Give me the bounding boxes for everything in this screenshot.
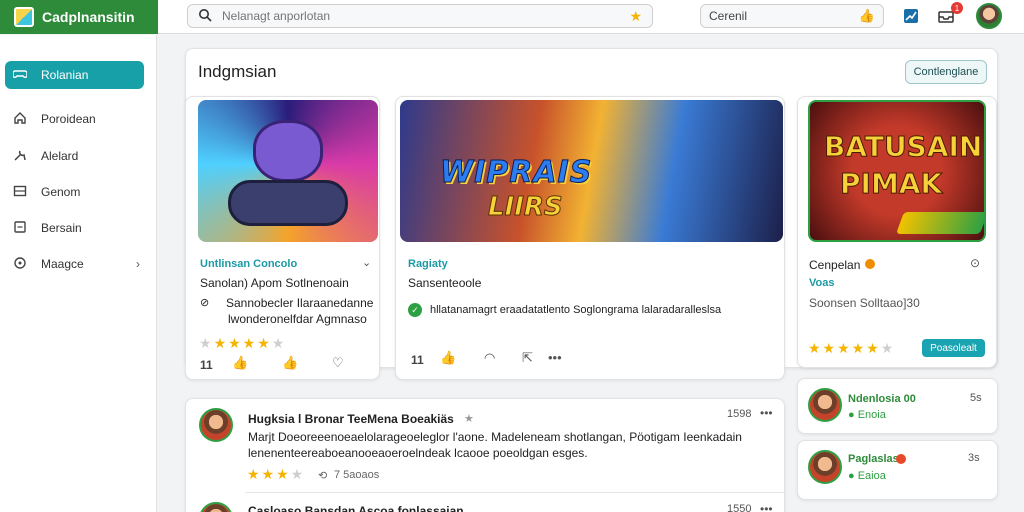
comment-icon[interactable]: ◠ [484, 350, 495, 366]
search-icon [198, 8, 212, 25]
search-input[interactable] [222, 9, 620, 23]
play-button[interactable]: Poasolealt [922, 339, 985, 357]
friend-status: ● Eaioa [848, 470, 886, 482]
rating-stars: ★★★★ [247, 466, 306, 482]
game-image-1[interactable] [198, 100, 378, 242]
review-rating-text: 7 5aoaos [334, 469, 380, 481]
character-face [253, 120, 323, 182]
controller-icon [12, 68, 28, 83]
heart-icon[interactable]: ♡ [332, 355, 344, 371]
more-options-icon[interactable]: ••• [548, 350, 562, 365]
sidebar-item-poroidean[interactable]: Poroidean [5, 105, 144, 133]
circle-menu-icon[interactable]: ⊙ [970, 256, 980, 270]
chart-icon[interactable] [902, 7, 920, 25]
review-time: 1598 [727, 408, 752, 420]
like-icon[interactable]: 👍 [440, 350, 456, 366]
sidebar-item-label: Rolanian [41, 68, 89, 82]
friend-avatar[interactable] [808, 388, 842, 422]
game-image-2[interactable]: WIPRAIS LIIRS [400, 100, 783, 242]
card-tag: Ragiaty [408, 258, 448, 270]
chevron-right-icon: › [136, 257, 140, 271]
banner-subtitle: LIIRS [488, 192, 564, 223]
review-text: Marjt Doeoreeenoeaelolarageoeleglor l'ao… [248, 430, 742, 444]
check-icon: ✓ [408, 303, 422, 317]
card-count: 11 [200, 358, 213, 372]
review-author: Hugksia l Bronar TeeMena Boeakiäs [248, 412, 454, 426]
search-box[interactable]: ★ [187, 4, 653, 28]
rating-stars: ★★★★★★ [808, 340, 896, 356]
card-desc: Soonsen Solltaao]30 [809, 296, 920, 310]
link-icon: ⊘ [200, 297, 210, 309]
card-desc: lwonderonelfdar Agmnaso [228, 312, 367, 326]
card-title: Sanolan) Apom Sotlnenoain [200, 276, 349, 290]
card-count: 11 [411, 353, 424, 367]
review-author: Casloaso Bansdan Ascoa fonlassaian [248, 504, 464, 512]
tool-icon [13, 148, 27, 165]
review-time: 1550 [727, 503, 752, 512]
star-icon[interactable]: ★ [629, 8, 642, 25]
divider [245, 492, 785, 493]
more-icon[interactable]: ⌄ [362, 256, 371, 269]
more-options-icon[interactable]: ••• [760, 502, 773, 512]
link-icon: ⟲ [318, 470, 328, 482]
square-icon [13, 220, 27, 237]
grid-icon [13, 184, 27, 201]
continue-button[interactable]: Contlenglane [905, 60, 987, 84]
sidebar-item-maagce[interactable]: Maagce › [5, 250, 144, 278]
sidebar-item-label: Poroidean [41, 112, 96, 126]
sidebar-item-bersain[interactable]: Bersain [5, 214, 144, 242]
banner-title: BATUSAIN [823, 130, 983, 164]
card-title: Cenpelan [809, 258, 861, 272]
top-bar: Cadplnansitin ★ Cerenil 👍 1 [0, 0, 1024, 34]
sidebar-item-label: Maagce [41, 257, 84, 271]
star-icon: ★ [464, 413, 474, 425]
friend-time: 3s [968, 452, 980, 464]
reviewer-avatar[interactable] [199, 408, 233, 442]
friend-name: Ndenlosia 00 [848, 393, 916, 405]
sidebar-item-label: Genom [41, 185, 81, 199]
secondary-search-label: Cerenil [709, 9, 748, 23]
app-logo-icon [14, 7, 34, 27]
card-status: hllatanamagrt eraadatatlento Soglongrama… [430, 304, 722, 316]
review-text: lenenenteereaboeanooeaoeroelndeak lcaooe… [248, 446, 588, 460]
gamepad-icon [228, 180, 348, 226]
verified-icon [865, 259, 875, 269]
card-desc: Sannobecler Ilaraanedanne [226, 296, 374, 310]
friend-time: 5s [970, 392, 982, 404]
rating-stars: ★★★★★★ [199, 335, 287, 351]
card-title: Sansenteoole [408, 276, 482, 290]
user-avatar[interactable] [976, 3, 1002, 29]
sidebar-item-alelard[interactable]: Alelard [5, 142, 144, 170]
share-icon[interactable]: ⇱ [522, 350, 533, 366]
card-tags: Untlinsan Concolo [200, 258, 298, 270]
card-tag: Voas [809, 277, 835, 289]
page-title: Indgmsian [198, 62, 277, 81]
friend-name: Paglaslas [848, 453, 899, 465]
brand[interactable]: Cadplnansitin [0, 0, 158, 34]
like-icon[interactable]: 👍 [232, 355, 248, 371]
banner-bar [895, 212, 984, 234]
circle-icon [13, 256, 27, 273]
sidebar-item-label: Bersain [41, 221, 82, 235]
sidebar-item-label: Alelard [41, 149, 79, 163]
like-alt-icon[interactable]: 👍 [282, 355, 298, 371]
friend-avatar[interactable] [808, 450, 842, 484]
friend-status: ● Enoia [848, 409, 886, 421]
home-icon [13, 111, 27, 128]
more-options-icon[interactable]: ••• [760, 406, 773, 420]
banner-title: WIPRAIS [439, 155, 593, 191]
sidebar-item-rolanian[interactable]: Rolanian [5, 61, 144, 89]
game-image-3[interactable]: BATUSAIN PIMAK [808, 100, 986, 242]
secondary-search[interactable]: Cerenil 👍 [700, 4, 884, 28]
sidebar-item-genom[interactable]: Genom [5, 178, 144, 206]
notification-badge: 1 [951, 2, 963, 14]
thumbs-up-icon: 👍 [858, 8, 875, 23]
status-dot [896, 454, 906, 464]
brand-name: Cadplnansitin [42, 9, 135, 25]
banner-subtitle: PIMAK [839, 167, 943, 201]
